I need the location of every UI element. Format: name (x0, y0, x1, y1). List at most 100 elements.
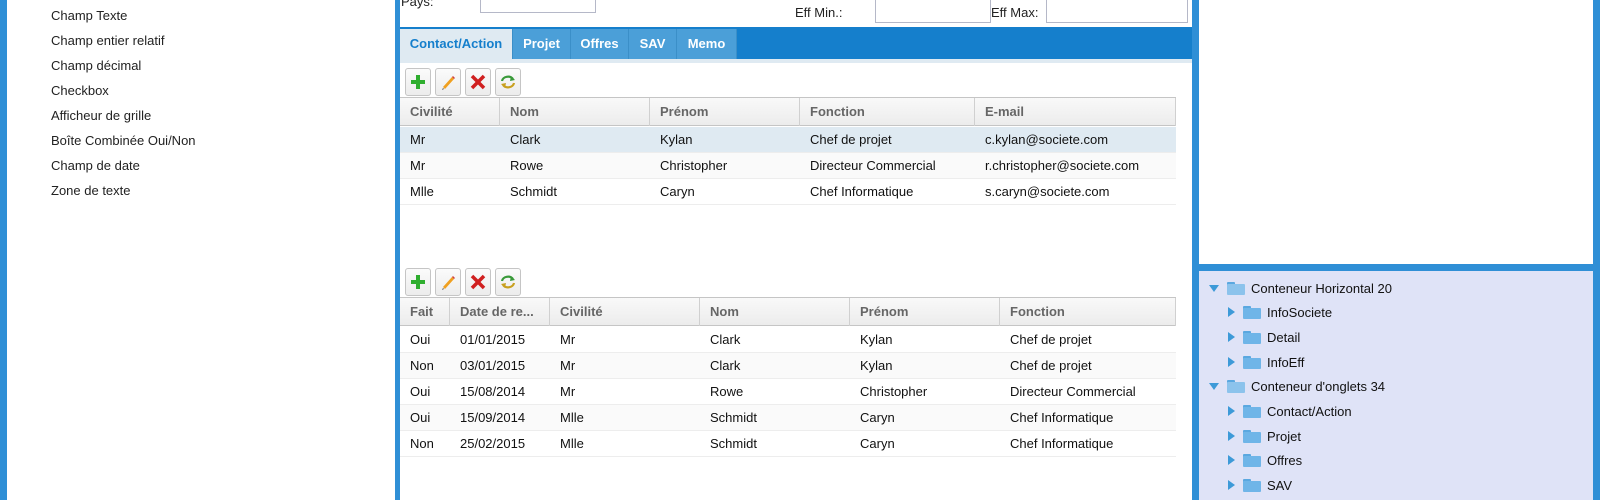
cell-nom: Rowe (510, 158, 544, 173)
delete-contact-button[interactable] (465, 68, 491, 96)
cell-prenom: Caryn (860, 436, 895, 451)
column-header[interactable]: E-mail (975, 98, 1176, 126)
cell-fait: Non (410, 358, 434, 373)
cell-fonction: Chef de projet (810, 132, 892, 147)
cell-nom: Schmidt (710, 410, 757, 425)
column-header[interactable]: Civilité (400, 98, 500, 126)
right-frame-border (1593, 0, 1600, 500)
palette-item-afficheur-de-grille[interactable]: Afficheur de grille (51, 108, 151, 123)
collapse-arrow-icon[interactable] (1228, 455, 1235, 465)
component-palette: Champ Texte Champ entier relatif Champ d… (7, 0, 395, 500)
cell-email: r.christopher@societe.com (985, 158, 1140, 173)
edit-contact-button[interactable] (435, 68, 461, 96)
tree-node-conteneur-onglets[interactable]: Conteneur d'onglets 34 (1209, 375, 1385, 397)
table-row[interactable]: Oui 15/08/2014 Mr Rowe Christopher Direc… (400, 379, 1176, 405)
table-row[interactable]: Mlle Schmidt Caryn Chef Informatique s.c… (400, 179, 1176, 205)
tab-strip (400, 59, 1192, 63)
cell-prenom: Christopher (860, 384, 928, 399)
tree-node-contact-action[interactable]: Contact/Action (1226, 400, 1352, 422)
delete-action-button[interactable] (465, 268, 491, 296)
cell-fonction: Chef Informatique (810, 184, 914, 199)
delete-icon (470, 74, 486, 90)
cell-fonction: Chef Informatique (1010, 410, 1114, 425)
tab-bar: Contact/Action Projet Offres SAV Memo (400, 27, 1192, 59)
edit-icon (442, 76, 455, 90)
table-row[interactable]: Mr Rowe Christopher Directeur Commercial… (400, 153, 1176, 179)
edit-action-button[interactable] (435, 268, 461, 296)
column-header[interactable]: Fonction (800, 98, 975, 126)
expand-arrow-icon[interactable] (1209, 382, 1219, 390)
tree-node-projet[interactable]: Projet (1226, 425, 1301, 447)
table-row[interactable]: Oui 15/09/2014 Mlle Schmidt Caryn Chef I… (400, 405, 1176, 431)
tab-projet[interactable]: Projet (513, 29, 571, 59)
column-header[interactable]: Prénom (650, 98, 800, 126)
center-frame-border-right (1192, 0, 1199, 500)
column-header[interactable]: Civilité (550, 298, 700, 326)
tab-sav[interactable]: SAV (629, 29, 677, 59)
cell-nom: Schmidt (510, 184, 557, 199)
tree-node-conteneur-horizontal[interactable]: Conteneur Horizontal 20 (1209, 277, 1392, 299)
column-header[interactable]: Fait (400, 298, 450, 326)
collapse-arrow-icon[interactable] (1228, 431, 1235, 441)
collapse-arrow-icon[interactable] (1228, 406, 1235, 416)
cell-prenom: Kylan (860, 358, 893, 373)
table-row[interactable]: Mr Clark Kylan Chef de projet c.kylan@so… (400, 127, 1176, 153)
collapse-arrow-icon[interactable] (1228, 480, 1235, 490)
refresh-actions-button[interactable] (495, 268, 521, 296)
palette-item-champ-decimal[interactable]: Champ décimal (51, 58, 141, 73)
cell-date: 03/01/2015 (460, 358, 526, 373)
cell-date: 01/01/2015 (460, 332, 526, 347)
tree-node-detail[interactable]: Detail (1226, 326, 1300, 348)
tree-node-label: InfoEff (1267, 354, 1305, 370)
palette-item-checkbox[interactable]: Checkbox (51, 83, 109, 98)
actions-grid: Fait Date de re... Civilité Nom Prénom F… (400, 297, 1176, 462)
tab-offres[interactable]: Offres (571, 29, 629, 59)
collapse-arrow-icon[interactable] (1228, 307, 1235, 317)
pays-field[interactable] (480, 0, 596, 13)
table-row[interactable]: Oui 01/01/2015 Mr Clark Kylan Chef de pr… (400, 327, 1176, 353)
table-row[interactable]: Non 25/02/2015 Mlle Schmidt Caryn Chef I… (400, 431, 1176, 457)
cell-date: 15/09/2014 (460, 410, 526, 425)
column-header[interactable]: Nom (500, 98, 650, 126)
tree-node-infosociete[interactable]: InfoSociete (1226, 301, 1332, 323)
panel-splitter[interactable] (1199, 264, 1593, 271)
folder-icon (1243, 453, 1261, 467)
column-header[interactable]: Prénom (850, 298, 1000, 326)
add-contact-button[interactable] (405, 68, 431, 96)
cell-civilite: Mr (560, 332, 576, 347)
expand-arrow-icon[interactable] (1209, 284, 1219, 292)
palette-item-champ-texte[interactable]: Champ Texte (51, 8, 127, 23)
tree-node-offres[interactable]: Offres (1226, 449, 1302, 471)
tree-node-sav[interactable]: SAV (1226, 474, 1292, 496)
eff-max-field[interactable] (1046, 0, 1188, 23)
column-header[interactable]: Nom (700, 298, 850, 326)
cell-civilite: Mlle (560, 410, 584, 425)
palette-item-champ-de-date[interactable]: Champ de date (51, 158, 140, 173)
tree-node-infoeff[interactable]: InfoEff (1226, 351, 1304, 373)
cell-email: s.caryn@societe.com (985, 184, 1110, 199)
cell-nom: Schmidt (710, 436, 757, 451)
column-header[interactable]: Fonction (1000, 298, 1176, 326)
tab-contact-action[interactable]: Contact/Action (400, 29, 513, 59)
refresh-contacts-button[interactable] (495, 68, 521, 96)
table-row[interactable]: Non 03/01/2015 Mr Clark Kylan Chef de pr… (400, 353, 1176, 379)
cell-fait: Non (410, 436, 434, 451)
cell-fonction: Directeur Commercial (810, 158, 936, 173)
tree-node-label: Conteneur d'onglets 34 (1251, 378, 1386, 394)
column-header[interactable]: Date de re... (450, 298, 550, 326)
eff-min-field[interactable] (875, 0, 991, 23)
refresh-icon (500, 275, 516, 289)
cell-date: 15/08/2014 (460, 384, 526, 399)
collapse-arrow-icon[interactable] (1228, 357, 1235, 367)
palette-item-boite-combinee[interactable]: Boîte Combinée Oui/Non (51, 133, 196, 148)
cell-date: 25/02/2015 (460, 436, 526, 451)
add-action-button[interactable] (405, 268, 431, 296)
actions-grid-header: Fait Date de re... Civilité Nom Prénom F… (400, 297, 1176, 326)
palette-item-champ-entier-relatif[interactable]: Champ entier relatif (51, 33, 164, 48)
palette-item-zone-de-texte[interactable]: Zone de texte (51, 183, 131, 198)
collapse-arrow-icon[interactable] (1228, 332, 1235, 342)
tab-memo[interactable]: Memo (677, 29, 737, 59)
cell-civilite: Mr (410, 158, 426, 173)
cell-fonction: Directeur Commercial (1010, 384, 1136, 399)
cell-fait: Oui (410, 332, 431, 347)
